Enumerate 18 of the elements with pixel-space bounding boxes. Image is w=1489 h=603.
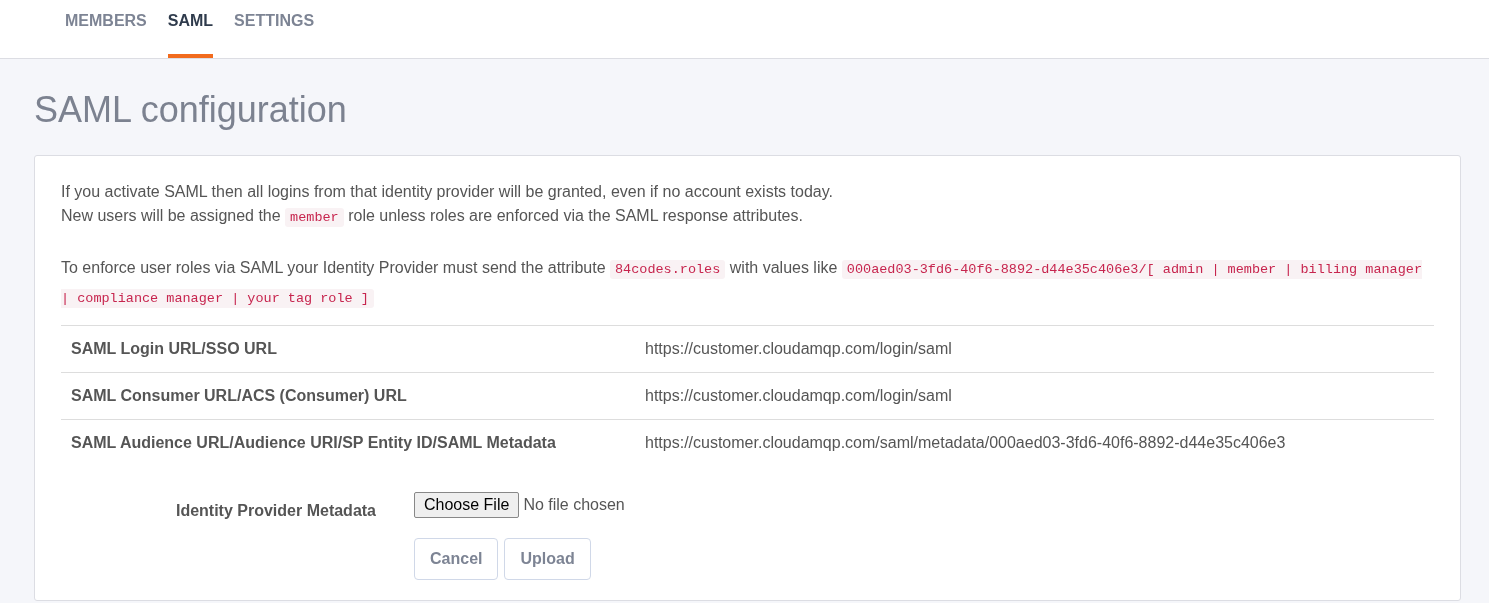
info-paragraph: To enforce user roles via SAML your Identity Provider must send the attribute 84codes.roles with values like 000aed03-3fd6-40f6-8892-d44e35c406e3/[ admin | member | billing manager | compliance manager | your tag role ] bbox=[61, 258, 1424, 310]
info-paragraph: If you activate SAML then all logins from that identity provider will be granted, even if no account exists today. bbox=[61, 182, 834, 202]
file-status: No file chosen bbox=[523, 496, 625, 514]
info-paragraph: New users will be assigned the member role unless roles are enforced via the SAML response attributes. bbox=[61, 206, 804, 229]
tab[interactable]: MEMBERS bbox=[65, 0, 147, 58]
form-button[interactable]: Cancel bbox=[414, 538, 499, 580]
field-label: Identity Provider Metadata bbox=[175, 501, 376, 520]
table-cell-text: https://customer.cloudamqp.com/login/saml bbox=[645, 387, 953, 405]
table-cell-text: SAML Audience URL/Audience URI/SP Entity ID/SAML Metadata bbox=[70, 434, 557, 452]
table-cell-text: SAML Login URL/SSO URL bbox=[70, 340, 278, 358]
table-cell-text: https://customer.cloudamqp.com/login/saml bbox=[645, 340, 953, 358]
table-cell-text: SAML Consumer URL/ACS (Consumer) URL bbox=[70, 387, 408, 405]
choose-file-button[interactable]: Choose File bbox=[414, 492, 520, 518]
page-title: SAML configuration bbox=[34, 89, 348, 131]
form-button[interactable]: Upload bbox=[504, 538, 591, 580]
tab[interactable]: SETTINGS bbox=[234, 0, 315, 58]
table-cell-text: https://customer.cloudamqp.com/saml/metadata/000aed03-3fd6-40f6-8892-d44e35c406e3 bbox=[645, 434, 1287, 452]
tab[interactable]: SAML bbox=[167, 0, 214, 58]
